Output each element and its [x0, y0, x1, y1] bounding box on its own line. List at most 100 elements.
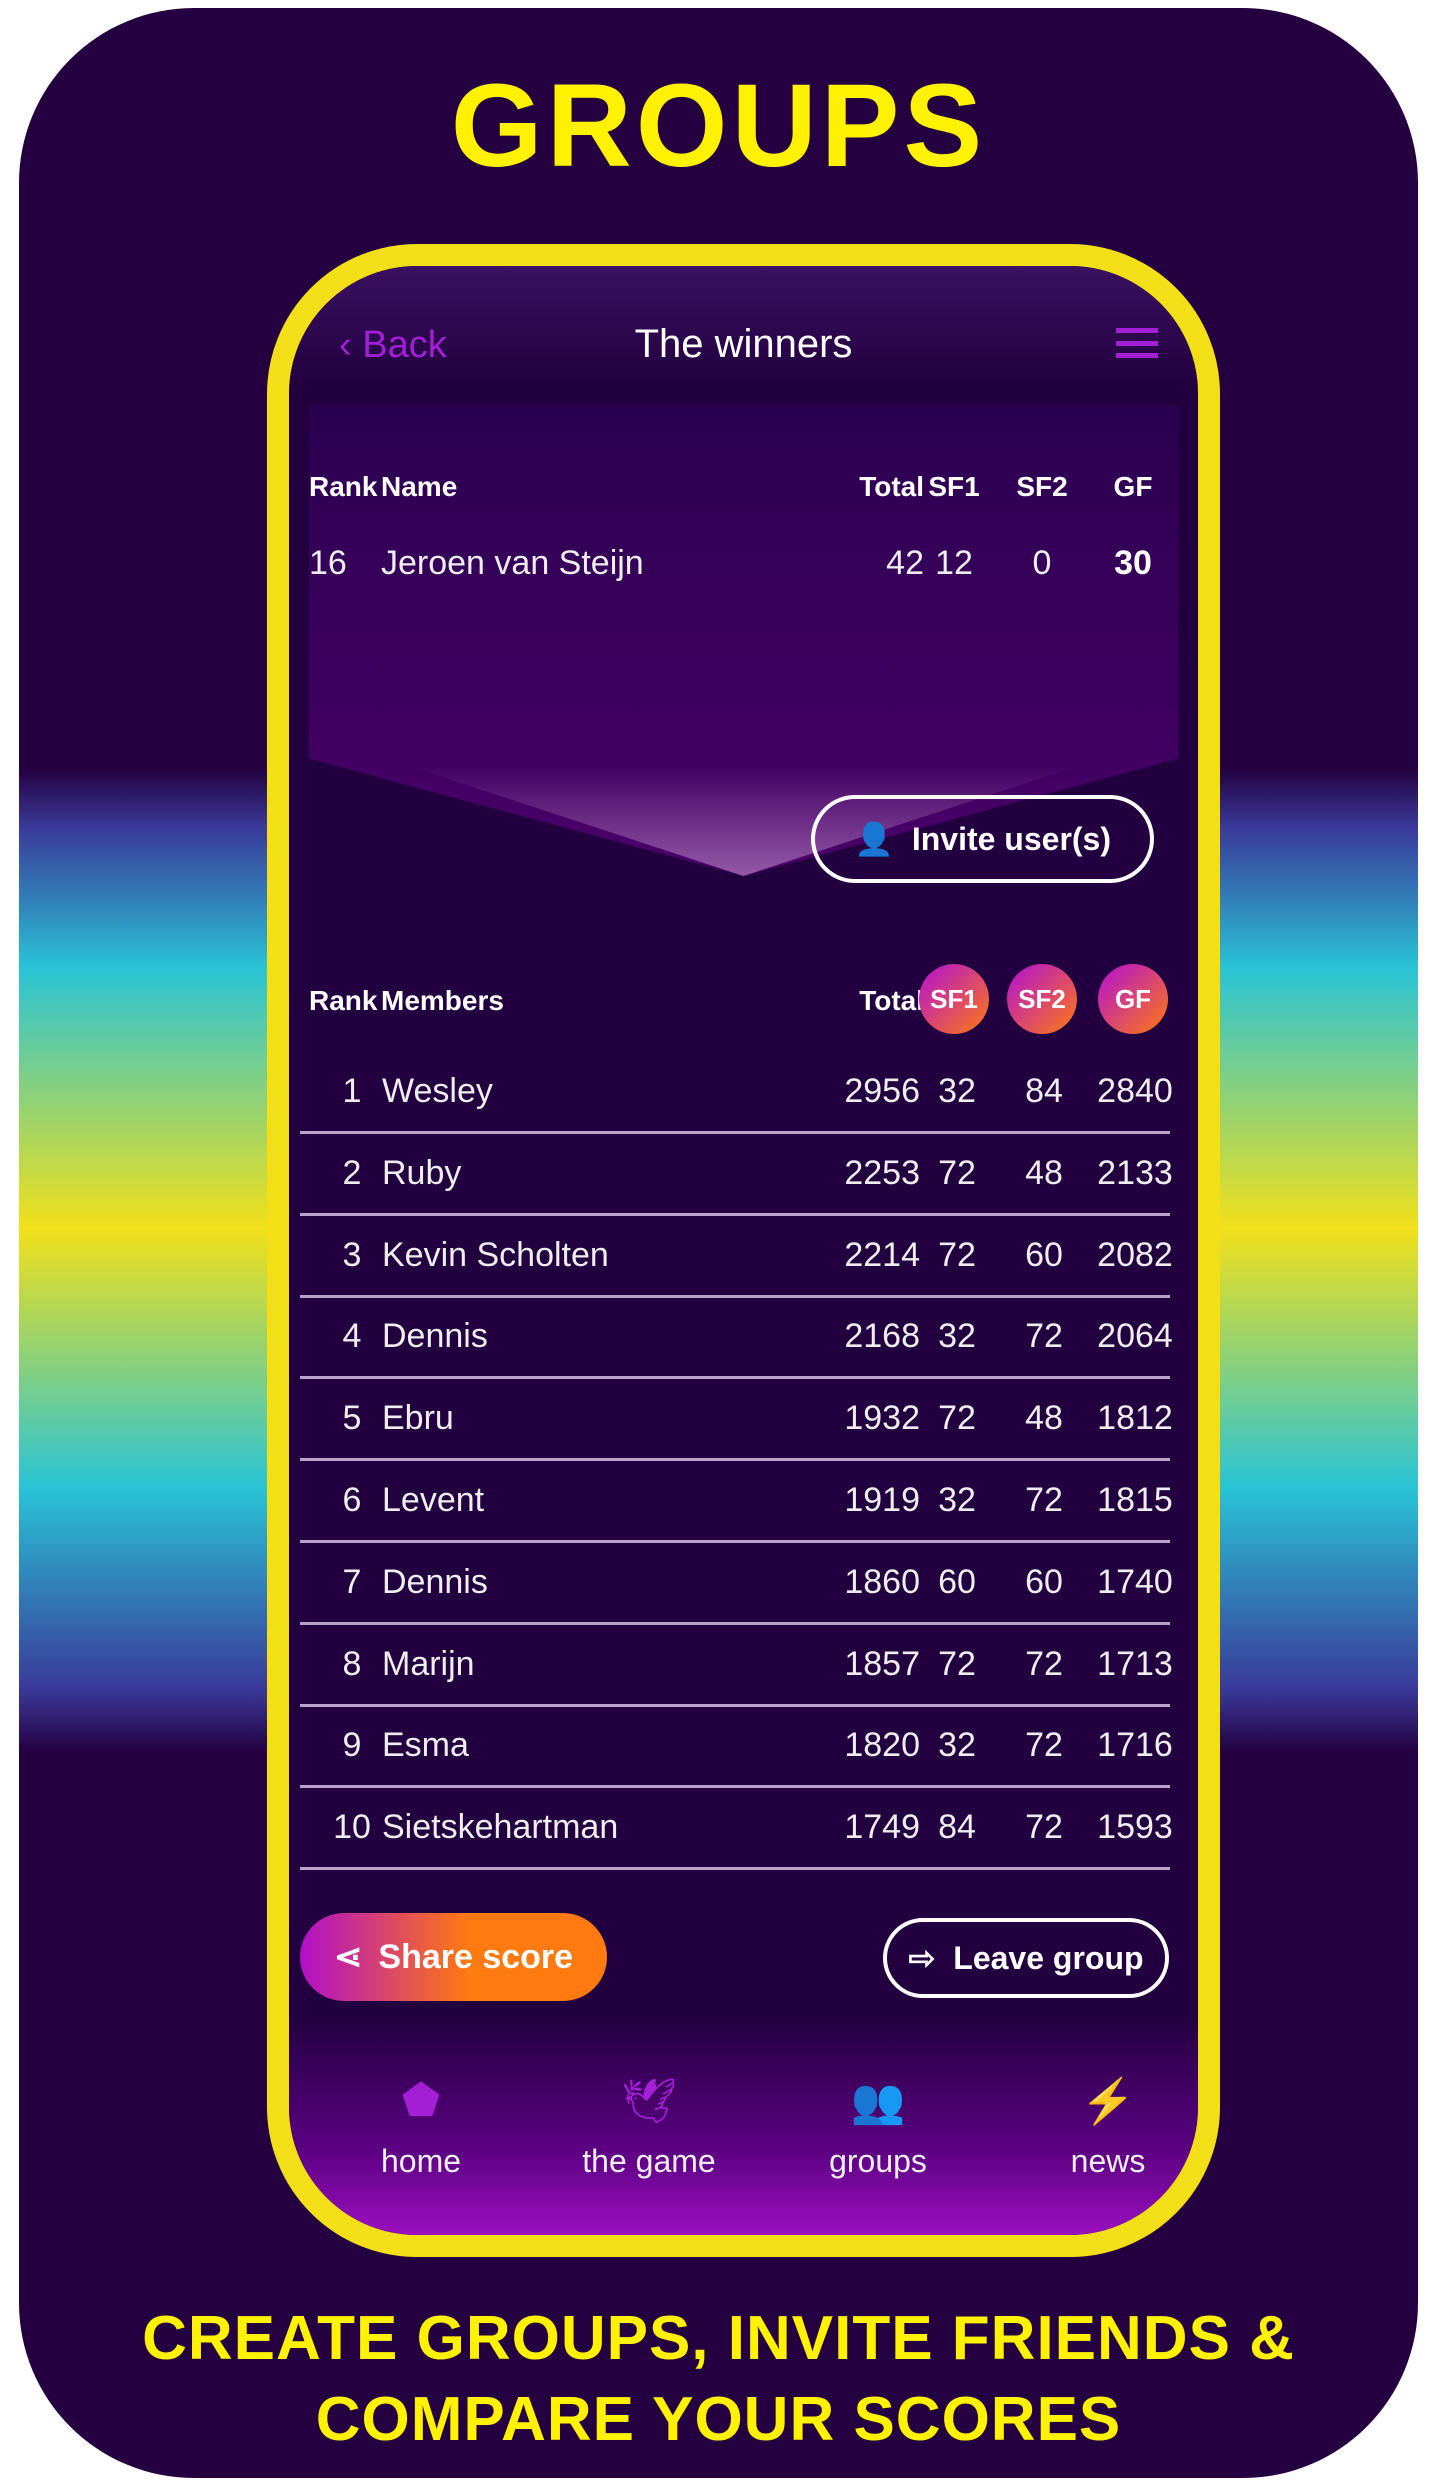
cell-rank: 6 [342, 1481, 362, 1519]
cell-name: Dennis [382, 1317, 488, 1356]
tagline-line-1: CREATE GROUPS, INVITE FRIENDS & [142, 2304, 1295, 2373]
cell-rank: 1 [342, 1072, 362, 1110]
my-total: 42 [886, 544, 924, 582]
members-col-gf: GF [1098, 964, 1168, 1034]
cell-total: 1749 [844, 1808, 920, 1847]
table-row: 1 Wesley 2956 32 84 2840 [300, 1052, 1173, 1134]
nav-label: the game [582, 2143, 716, 2179]
leave-group-button[interactable]: ⇨ Leave group [883, 1918, 1169, 1998]
table-row: 3 Kevin Scholten 2214 72 60 2082 [300, 1216, 1173, 1298]
cell-total: 2168 [844, 1317, 920, 1356]
nav-label: news [1070, 2143, 1146, 2179]
my-rank: 16 [309, 544, 347, 582]
cell-gf: 2133 [1097, 1153, 1173, 1192]
cell-sf2: 60 [1025, 1235, 1063, 1274]
table-row: 7 Dennis 1860 60 60 1740 [300, 1543, 1173, 1625]
cell-sf1: 72 [938, 1153, 976, 1192]
cell-sf2: 60 [1025, 1562, 1063, 1601]
home-icon: ⬟ [401, 2076, 441, 2125]
cell-name: Ebru [382, 1399, 454, 1438]
cell-sf1: 72 [938, 1644, 976, 1683]
cell-name: Wesley [382, 1072, 493, 1110]
cell-sf1: 32 [938, 1726, 976, 1765]
hamburger-icon[interactable] [1116, 328, 1158, 358]
nav-news[interactable]: ⚡ news [1008, 2075, 1198, 2180]
cell-name: Ruby [382, 1153, 462, 1192]
cell-total: 2214 [844, 1235, 920, 1274]
cell-rank: 2 [342, 1153, 362, 1192]
my-sf1: 12 [935, 544, 973, 582]
cell-total: 1857 [844, 1644, 920, 1683]
cell-total: 2253 [844, 1153, 920, 1192]
cell-sf2: 72 [1025, 1808, 1063, 1847]
table-row: 5 Ebru 1932 72 48 1812 [300, 1379, 1173, 1462]
cell-sf1: 32 [938, 1317, 976, 1356]
cell-gf: 1593 [1097, 1808, 1173, 1847]
cell-sf2: 72 [1025, 1726, 1063, 1765]
share-score-button[interactable]: ⋖ Share score [300, 1913, 607, 2001]
cell-name: Kevin Scholten [382, 1235, 609, 1274]
my-gf: 30 [1114, 544, 1152, 582]
invite-label: Invite user(s) [911, 820, 1111, 857]
cell-sf1: 32 [938, 1072, 976, 1110]
cell-gf: 1812 [1097, 1399, 1173, 1438]
nav-label: home [380, 2143, 462, 2179]
cell-sf2: 84 [1025, 1072, 1063, 1110]
cell-sf1: 72 [938, 1235, 976, 1274]
cell-sf2: 48 [1025, 1399, 1063, 1438]
members-col-sf2: SF2 [1007, 964, 1077, 1034]
cell-gf: 1716 [1097, 1726, 1173, 1765]
cell-total: 2956 [844, 1072, 920, 1110]
table-row: 8 Marijn 1857 72 72 1713 [300, 1625, 1173, 1707]
user-icon: 👤 [853, 821, 894, 857]
col-sf1: SF1 [928, 471, 980, 502]
bird-icon: 🕊 [621, 2077, 677, 2126]
bottom-nav: ⬟ home 🕊 the game 👥 groups ⚡ news [289, 2015, 1198, 2235]
nav-the-game[interactable]: 🕊 the game [549, 2075, 749, 2180]
cell-gf: 1713 [1097, 1644, 1173, 1683]
nav-label: groups [829, 2143, 927, 2179]
cell-gf: 1815 [1097, 1481, 1173, 1519]
col-total: Total [859, 471, 924, 502]
cell-name: Esma [382, 1726, 469, 1765]
cell-rank: 3 [342, 1235, 362, 1274]
tagline-line-2: COMPARE YOUR SCORES [315, 2385, 1122, 2454]
cell-total: 1820 [844, 1726, 920, 1765]
members-col-sf1: SF1 [919, 964, 989, 1034]
cell-name: Dennis [382, 1562, 488, 1601]
cell-name: Sietskehartman [382, 1808, 619, 1847]
cell-sf1: 32 [938, 1481, 976, 1519]
col-sf2: SF2 [1016, 471, 1068, 502]
cell-sf2: 48 [1025, 1153, 1063, 1192]
cell-gf: 2064 [1097, 1317, 1173, 1356]
cell-gf: 2840 [1097, 1072, 1173, 1110]
nav-groups[interactable]: 👥 groups [778, 2075, 978, 2180]
invite-users-button[interactable]: 👤 Invite user(s) [811, 795, 1154, 883]
table-row: 2 Ruby 2253 72 48 2133 [300, 1134, 1173, 1216]
members-col-total: Total [859, 985, 924, 1016]
members-col-name: Members [381, 985, 504, 1016]
lightning-icon: ⚡ [1080, 2077, 1136, 2126]
cell-rank: 10 [333, 1808, 371, 1847]
cell-total: 1932 [844, 1399, 920, 1438]
cell-name: Levent [382, 1481, 485, 1519]
cell-rank: 8 [342, 1644, 362, 1683]
groups-icon: 👥 [850, 2077, 906, 2126]
col-rank: Rank [309, 471, 378, 502]
cell-sf1: 72 [938, 1399, 976, 1438]
cell-sf2: 72 [1025, 1317, 1063, 1356]
leave-label: Leave group [953, 1939, 1144, 1976]
cell-rank: 9 [342, 1726, 362, 1765]
page-title: The winners [634, 322, 853, 366]
cell-gf: 1740 [1097, 1562, 1173, 1601]
exit-icon: ⇨ [908, 1940, 936, 1976]
nav-home[interactable]: ⬟ home [321, 2075, 521, 2180]
cell-sf1: 60 [938, 1562, 976, 1601]
cell-rank: 7 [342, 1562, 362, 1601]
promo-card: GROUPS ‹ Back The winners Rank Name Tota… [19, 8, 1418, 2478]
phone-frame: ‹ Back The winners Rank Name Total SF1 S… [267, 244, 1220, 2257]
share-icon: ⋖ [333, 1938, 363, 1976]
col-name: Name [381, 471, 458, 502]
share-label: Share score [378, 1937, 574, 1976]
table-row: 9 Esma 1820 32 72 1716 [300, 1706, 1173, 1789]
